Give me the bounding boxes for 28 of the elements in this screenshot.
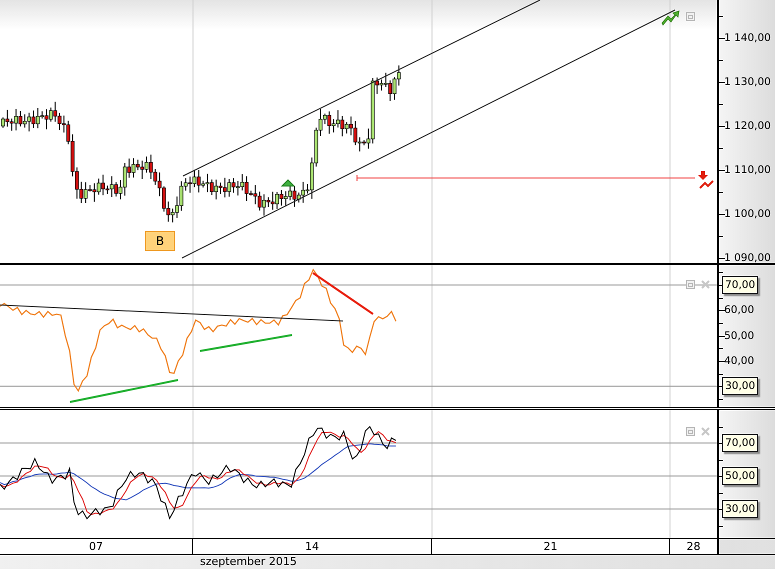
axis-label: 40,00 [724, 354, 754, 368]
axis-label: 70,00 [722, 276, 758, 294]
square-icon[interactable] [686, 280, 695, 289]
axis-label: 50,00 [724, 328, 754, 343]
date-label: 28 [670, 539, 718, 554]
down-arrow-icon[interactable] [698, 171, 714, 189]
axis-label: 1 110,00 [724, 163, 771, 177]
square-icon[interactable] [686, 12, 695, 21]
axis-label: 1 140,00 [724, 31, 771, 45]
triangle-icon [280, 179, 296, 186]
axis-label: 1 130,00 [724, 75, 771, 89]
axis-label: 30,00 [722, 500, 758, 518]
date-label: 14 [193, 539, 432, 554]
close-icon[interactable] [701, 427, 710, 436]
axis-label: 50,00 [722, 467, 758, 485]
axis-label: 1 090,00 [724, 251, 771, 265]
axis-label: 1 100,00 [724, 207, 771, 221]
axis-label: 70,00 [722, 434, 758, 452]
trend-arrow-icon[interactable] [662, 10, 680, 26]
axis-label: 1 120,00 [724, 119, 771, 133]
date-label: 21 [432, 539, 670, 554]
square-icon[interactable] [686, 427, 695, 436]
month-caption: szeptember 2015 [200, 555, 297, 568]
date-label: 07 [0, 539, 193, 554]
close-icon[interactable] [701, 280, 710, 289]
axis-label: 30,00 [722, 377, 758, 396]
signal-marker: B [145, 231, 175, 251]
axis-label: 60,00 [724, 303, 754, 318]
